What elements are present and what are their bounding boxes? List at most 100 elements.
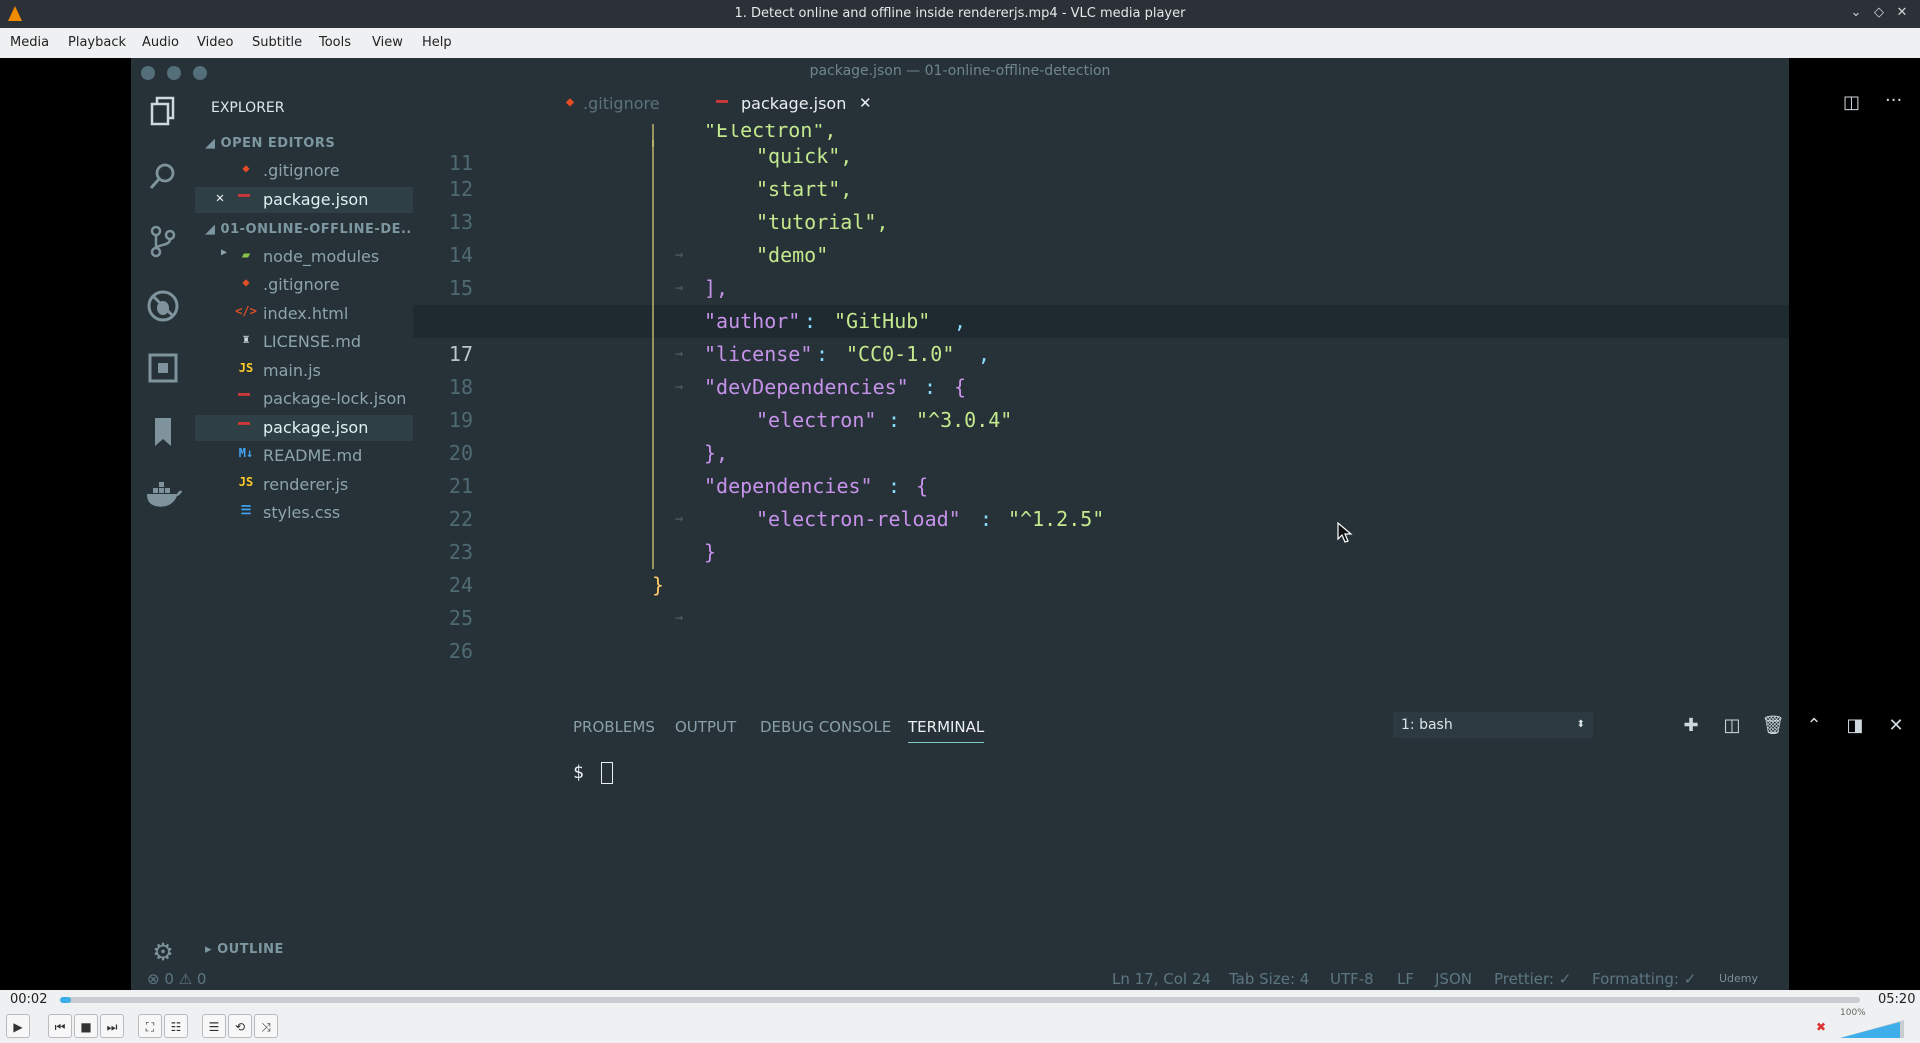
- trash-icon[interactable]: 🗑: [1761, 714, 1785, 738]
- prettier-status[interactable]: Prettier: ✓: [1494, 968, 1571, 990]
- minimize-button[interactable]: ⌄: [1848, 5, 1864, 21]
- play-button[interactable]: ▶: [6, 1014, 30, 1038]
- gear-icon[interactable]: ⚙: [145, 934, 181, 970]
- menu-video[interactable]: Video: [197, 28, 233, 58]
- debug-icon[interactable]: [145, 288, 181, 324]
- new-terminal-icon[interactable]: ✚: [1679, 714, 1703, 738]
- folder-node-modules[interactable]: ▶ ▰ node_modules: [195, 244, 413, 270]
- file-readme-md[interactable]: M↓ README.md: [195, 443, 413, 469]
- open-editors-header[interactable]: ◢ OPEN EDITORS: [205, 136, 335, 151]
- open-editor-gitignore[interactable]: ◆ .gitignore: [195, 158, 413, 184]
- formatting-status[interactable]: Formatting: ✓: [1592, 968, 1696, 990]
- close-window-button[interactable]: ✕: [1894, 5, 1910, 21]
- file-gitignore[interactable]: ◆ .gitignore: [195, 272, 413, 298]
- extensions-icon[interactable]: [145, 352, 181, 388]
- activity-bar: ⚙: [131, 84, 195, 990]
- previous-button[interactable]: ⏮: [48, 1014, 72, 1038]
- project-folder-header[interactable]: ◢ 01-ONLINE-OFFLINE-DE...: [205, 222, 417, 237]
- close-editor-icon[interactable]: ✕: [209, 190, 231, 206]
- shuffle-button[interactable]: ⤨: [254, 1014, 278, 1038]
- errors-status[interactable]: ⊗ 0 ⚠ 0: [147, 968, 206, 990]
- file-license-md[interactable]: ♜ LICENSE.md: [195, 329, 413, 355]
- docker-icon[interactable]: [145, 480, 182, 516]
- panel-tab-output[interactable]: OUTPUT: [675, 718, 736, 736]
- code-line-17: 17 "author" : "GitHub" ,: [413, 305, 1789, 366]
- mute-icon[interactable]: ✖: [1816, 1020, 1826, 1034]
- loop-button[interactable]: ⟲: [228, 1014, 252, 1038]
- panel-tab-problems[interactable]: PROBLEMS: [573, 718, 655, 736]
- code-line-16: 16 → ],: [413, 272, 1789, 395]
- caret-down-icon: ◢: [205, 222, 221, 237]
- vscode-title: package.json — 01-online-offline-detecti…: [809, 63, 1111, 79]
- close-tab-icon[interactable]: ✕: [859, 94, 872, 112]
- seek-bar[interactable]: [60, 997, 1860, 1003]
- open-editor-package-json[interactable]: ✕ ▬▬ package.json: [195, 187, 413, 213]
- playback-controls: ▶ ⏮ ■ ⏭ ⛶ ☷ ☰ ⟲ ⤨ ✖ 100%: [0, 1008, 1920, 1043]
- chevron-up-icon[interactable]: ⌃: [1802, 714, 1826, 738]
- panel-position-icon[interactable]: ◨: [1843, 714, 1867, 738]
- explorer-header: EXPLORER: [211, 100, 285, 116]
- stop-button[interactable]: ■: [74, 1014, 98, 1038]
- menu-tools[interactable]: Tools: [319, 28, 351, 58]
- bookmark-icon[interactable]: [145, 416, 181, 452]
- split-terminal-icon[interactable]: ◫: [1720, 714, 1744, 738]
- npm-icon: ▬▬: [237, 418, 251, 429]
- menu-playback[interactable]: Playback: [68, 28, 126, 58]
- bottom-panel: PROBLEMS OUTPUT DEBUG CONSOLE TERMINAL 1…: [413, 704, 1904, 968]
- warning-icon: ⚠: [178, 970, 193, 988]
- language-mode[interactable]: JSON: [1435, 968, 1472, 990]
- video-frame-vscode: package.json — 01-online-offline-detecti…: [131, 58, 1904, 990]
- encoding[interactable]: UTF-8: [1330, 968, 1374, 990]
- git-icon: ◆: [242, 161, 250, 175]
- code-line-15: 15 → "demo": [413, 239, 1789, 362]
- fullscreen-button[interactable]: ⛶: [138, 1014, 162, 1038]
- code-line-22: 22 "dependencies" : {: [413, 470, 1789, 531]
- tab-size[interactable]: Tab Size: 4: [1229, 968, 1309, 990]
- tab-package-json[interactable]: ▬▬ package.json ✕: [711, 84, 881, 124]
- file-main-js[interactable]: JS main.js: [195, 358, 413, 384]
- search-icon[interactable]: [145, 160, 181, 196]
- code-editor[interactable]: 11 "Electron", 12 → "quick", 13 → "start…: [413, 124, 1789, 704]
- source-control-icon[interactable]: [145, 224, 181, 260]
- file-package-lock-json[interactable]: ▬▬ package-lock.json: [195, 386, 413, 412]
- terminal-prompt[interactable]: $: [573, 762, 613, 784]
- file-package-json[interactable]: ▬▬ package.json: [195, 415, 413, 441]
- line-ending[interactable]: LF: [1397, 968, 1414, 990]
- playlist-button[interactable]: ☰: [202, 1014, 226, 1038]
- html-icon: </>: [235, 304, 257, 318]
- split-editor-icon[interactable]: ◫: [1843, 92, 1865, 114]
- cursor-position[interactable]: Ln 17, Col 24: [1112, 968, 1211, 990]
- code-line-20: 20 → "electron" : "^3.0.4": [413, 404, 1789, 527]
- code-line-26: 26: [448, 639, 473, 663]
- next-button[interactable]: ⏭: [100, 1014, 124, 1038]
- extended-settings-button[interactable]: ☷: [164, 1014, 188, 1038]
- menu-subtitle[interactable]: Subtitle: [252, 28, 302, 58]
- npm-icon: ▬▬: [237, 389, 251, 400]
- license-icon: ♜: [242, 332, 250, 346]
- file-index-html[interactable]: </> index.html: [195, 301, 413, 327]
- total-time: 05:20: [1878, 992, 1916, 1007]
- files-icon[interactable]: [145, 96, 181, 132]
- panel-tab-terminal[interactable]: TERMINAL: [908, 718, 985, 743]
- menu-view[interactable]: View: [372, 28, 403, 58]
- npm-icon: ▬▬: [237, 190, 251, 201]
- seek-area: 00:02 05:20: [0, 990, 1920, 1010]
- volume-slider[interactable]: 100%: [1840, 1008, 1904, 1038]
- outline-header[interactable]: ▸ OUTLINE: [205, 942, 284, 957]
- tab-gitignore-label-group[interactable]: ◆ .gitignore: [413, 84, 660, 124]
- menu-media[interactable]: Media: [10, 28, 49, 58]
- javascript-icon: JS: [238, 475, 254, 489]
- menu-help[interactable]: Help: [422, 28, 452, 58]
- terminal-select[interactable]: 1: bash ⬍: [1393, 712, 1593, 738]
- file-styles-css[interactable]: ☰ styles.css: [195, 500, 413, 526]
- close-panel-icon[interactable]: ✕: [1884, 714, 1908, 738]
- css-icon: ☰: [240, 503, 252, 517]
- status-bar: ⊗ 0 ⚠ 0 Ln 17, Col 24 Tab Size: 4 UTF-8 …: [131, 968, 1789, 990]
- menu-audio[interactable]: Audio: [142, 28, 179, 58]
- panel-tab-debug-console[interactable]: DEBUG CONSOLE: [760, 718, 891, 736]
- file-renderer-js[interactable]: JS renderer.js: [195, 472, 413, 498]
- caret-down-icon: ◢: [205, 136, 221, 151]
- maximize-button[interactable]: ◇: [1871, 5, 1887, 21]
- git-icon: ◆: [565, 94, 575, 110]
- more-actions-icon[interactable]: ···: [1885, 90, 1907, 112]
